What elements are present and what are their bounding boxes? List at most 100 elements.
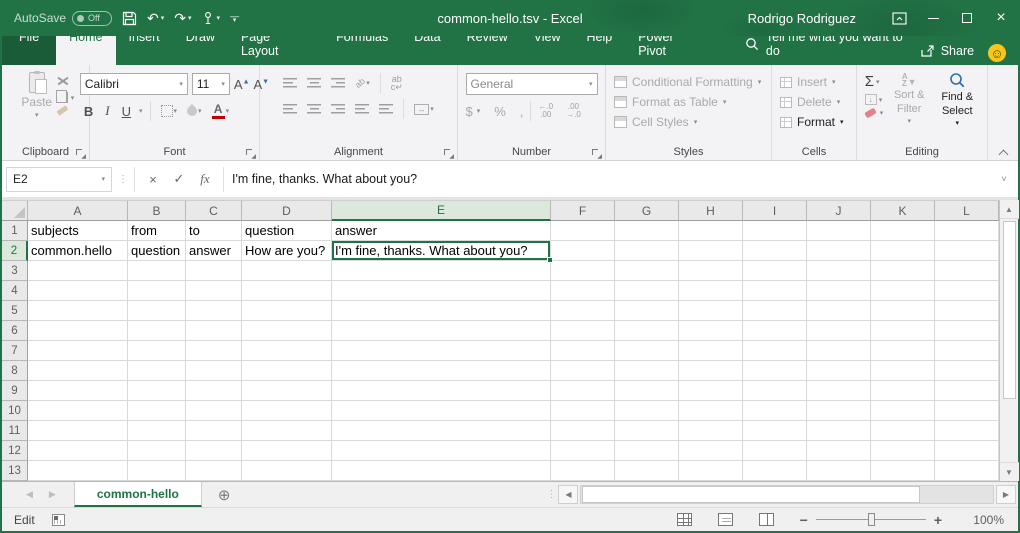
- cell-G1[interactable]: [615, 221, 679, 241]
- cell-C1[interactable]: to: [186, 221, 242, 241]
- fill-button[interactable]: ↓ ▾: [865, 94, 884, 105]
- cell-I12[interactable]: [743, 441, 807, 461]
- cell-H12[interactable]: [679, 441, 743, 461]
- cell-L2[interactable]: [935, 241, 999, 261]
- cell-C12[interactable]: [186, 441, 242, 461]
- cell-E1[interactable]: answer: [332, 221, 551, 241]
- currency-dropdown-icon[interactable]: ▾: [477, 107, 481, 115]
- cell-I7[interactable]: [743, 341, 807, 361]
- cell-I5[interactable]: [743, 301, 807, 321]
- copy-button[interactable]: ▾: [57, 92, 75, 103]
- cell-G4[interactable]: [615, 281, 679, 301]
- autosave-pill[interactable]: Off: [72, 11, 112, 26]
- wrap-text-button[interactable]: abc↵: [388, 73, 406, 93]
- cell-D7[interactable]: [242, 341, 332, 361]
- cell-F4[interactable]: [551, 281, 615, 301]
- normal-view-button[interactable]: [677, 513, 692, 526]
- row-header-3[interactable]: 3: [2, 261, 28, 281]
- cell-E12[interactable]: [332, 441, 551, 461]
- column-header-B[interactable]: B: [128, 201, 186, 221]
- cell-L13[interactable]: [935, 461, 999, 481]
- cell-A2[interactable]: common.hello: [28, 241, 128, 261]
- cell-J9[interactable]: [807, 381, 871, 401]
- cell-A3[interactable]: [28, 261, 128, 281]
- cell-C11[interactable]: [186, 421, 242, 441]
- cell-C2[interactable]: answer: [186, 241, 242, 261]
- column-header-E[interactable]: E: [332, 201, 551, 221]
- column-header-C[interactable]: C: [186, 201, 242, 221]
- cell-H8[interactable]: [679, 361, 743, 381]
- cell-H4[interactable]: [679, 281, 743, 301]
- cell-E4[interactable]: [332, 281, 551, 301]
- autosum-button[interactable]: Σ ▾: [865, 73, 884, 90]
- format-painter-icon[interactable]: [56, 105, 68, 115]
- align-right-button[interactable]: [328, 102, 348, 116]
- cell-J13[interactable]: [807, 461, 871, 481]
- cell-B6[interactable]: [128, 321, 186, 341]
- scroll-down-icon[interactable]: ▼: [1000, 462, 1019, 481]
- orientation-button[interactable]: ab▾: [352, 76, 373, 90]
- paste-button[interactable]: Paste ▾: [17, 69, 57, 144]
- cell-B10[interactable]: [128, 401, 186, 421]
- undo-button[interactable]: ↶▾: [147, 10, 164, 27]
- cell-H11[interactable]: [679, 421, 743, 441]
- cell-G7[interactable]: [615, 341, 679, 361]
- cell-G12[interactable]: [615, 441, 679, 461]
- cell-H13[interactable]: [679, 461, 743, 481]
- cell-L8[interactable]: [935, 361, 999, 381]
- column-header-L[interactable]: L: [935, 201, 999, 221]
- cell-D9[interactable]: [242, 381, 332, 401]
- cell-B8[interactable]: [128, 361, 186, 381]
- cell-I9[interactable]: [743, 381, 807, 401]
- borders-button[interactable]: ▾: [158, 103, 181, 119]
- fill-handle[interactable]: [547, 257, 553, 263]
- cell-L6[interactable]: [935, 321, 999, 341]
- cell-F10[interactable]: [551, 401, 615, 421]
- cell-E2[interactable]: I'm fine, thanks. What about you?: [332, 241, 551, 261]
- alignment-dialog-launcher[interactable]: [444, 149, 453, 158]
- page-layout-view-button[interactable]: [718, 513, 733, 526]
- touch-mode-dropdown-icon[interactable]: ▾: [217, 14, 221, 22]
- cell-F13[interactable]: [551, 461, 615, 481]
- cell-B12[interactable]: [128, 441, 186, 461]
- cell-A10[interactable]: [28, 401, 128, 421]
- cell-L10[interactable]: [935, 401, 999, 421]
- redo-button[interactable]: ↷▾: [174, 10, 191, 27]
- sort-filter-button[interactable]: AZ▼ Sort & Filter ▾: [887, 69, 931, 144]
- cell-E11[interactable]: [332, 421, 551, 441]
- cell-C9[interactable]: [186, 381, 242, 401]
- cell-A6[interactable]: [28, 321, 128, 341]
- customize-qat-button[interactable]: —▾: [230, 14, 239, 22]
- cell-K4[interactable]: [871, 281, 935, 301]
- column-header-K[interactable]: K: [871, 201, 935, 221]
- row-header-13[interactable]: 13: [2, 461, 28, 481]
- cell-I8[interactable]: [743, 361, 807, 381]
- cell-K8[interactable]: [871, 361, 935, 381]
- enter-entry-button[interactable]: ✓: [167, 171, 191, 187]
- column-header-F[interactable]: F: [551, 201, 615, 221]
- cell-B2[interactable]: question: [128, 241, 186, 261]
- cell-K5[interactable]: [871, 301, 935, 321]
- cell-B3[interactable]: [128, 261, 186, 281]
- clear-button[interactable]: ▾: [865, 109, 884, 117]
- name-box[interactable]: E2 ▾: [6, 167, 112, 192]
- cell-H2[interactable]: [679, 241, 743, 261]
- cell-A11[interactable]: [28, 421, 128, 441]
- copy-dropdown-icon[interactable]: ▾: [71, 94, 75, 102]
- formula-input[interactable]: I'm fine, thanks. What about you?: [224, 172, 990, 186]
- cell-A13[interactable]: [28, 461, 128, 481]
- cell-J11[interactable]: [807, 421, 871, 441]
- cell-E3[interactable]: [332, 261, 551, 281]
- row-header-7[interactable]: 7: [2, 341, 28, 361]
- cell-H5[interactable]: [679, 301, 743, 321]
- font-dialog-launcher[interactable]: [246, 149, 255, 158]
- row-header-8[interactable]: 8: [2, 361, 28, 381]
- cell-E7[interactable]: [332, 341, 551, 361]
- cell-C7[interactable]: [186, 341, 242, 361]
- cell-I2[interactable]: [743, 241, 807, 261]
- cell-E9[interactable]: [332, 381, 551, 401]
- insert-cells-button[interactable]: Insert▾: [780, 75, 854, 89]
- cell-G2[interactable]: [615, 241, 679, 261]
- cell-F2[interactable]: [551, 241, 615, 261]
- cell-D13[interactable]: [242, 461, 332, 481]
